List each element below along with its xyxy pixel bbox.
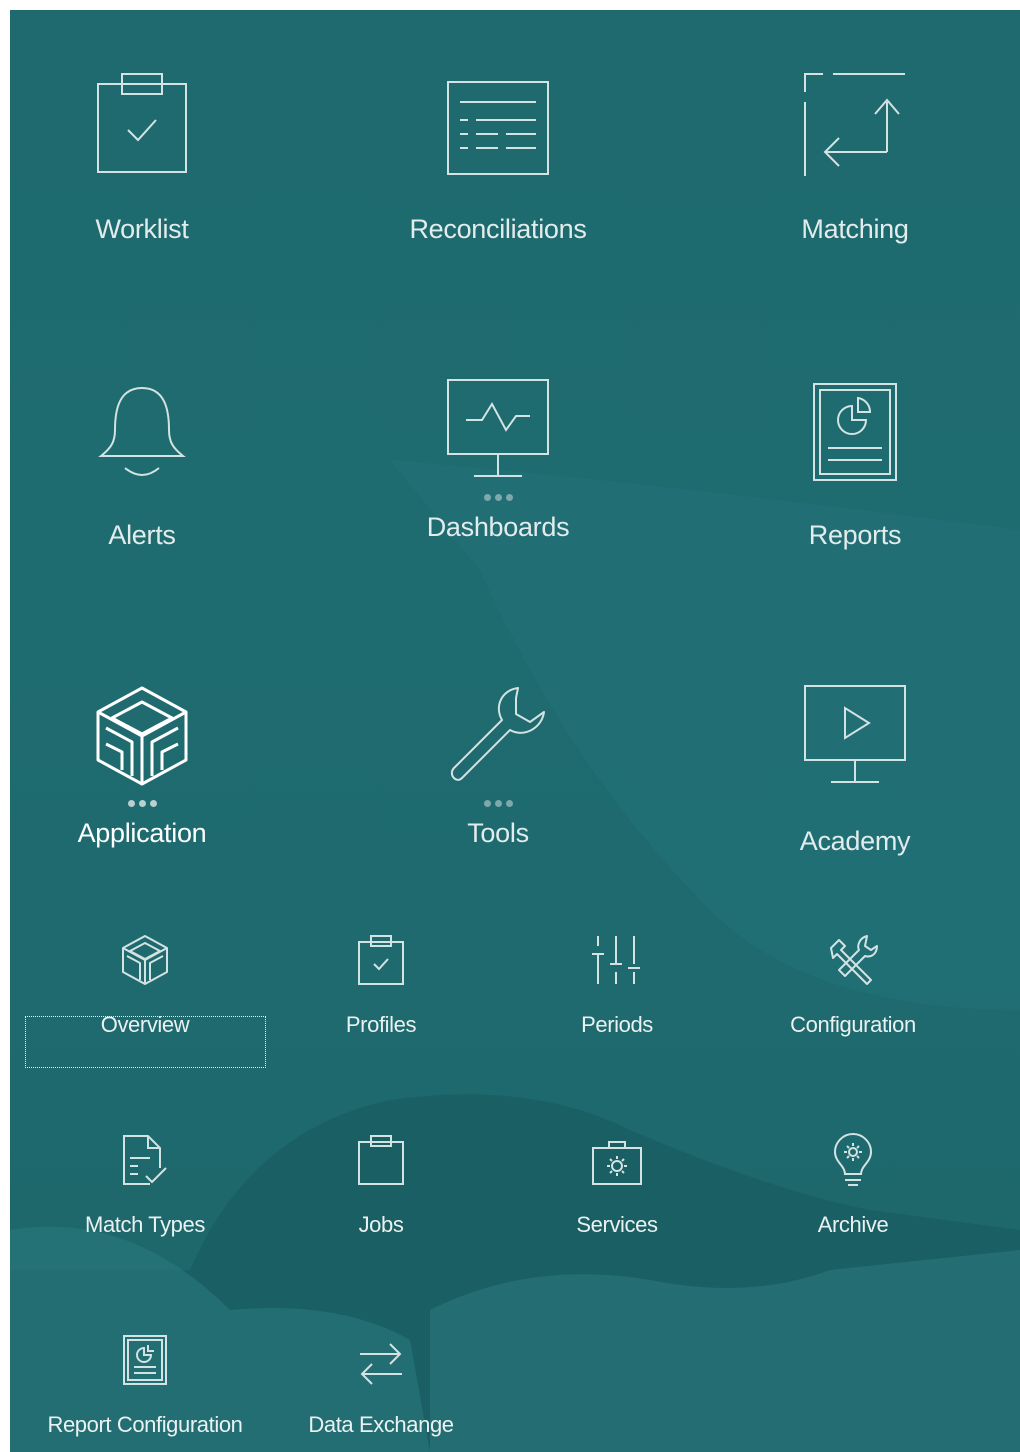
- more-indicator: [127, 788, 157, 818]
- toolbox-gear-icon: [587, 1126, 647, 1186]
- tile-reconciliations[interactable]: Reconciliations: [368, 10, 628, 250]
- tile-tools[interactable]: Tools: [368, 622, 628, 862]
- tools-icon: [823, 926, 883, 986]
- subtile-report-configuration[interactable]: Report Configuration: [26, 1316, 264, 1452]
- subtile-match-types[interactable]: Match Types: [26, 1116, 264, 1276]
- lightbulb-gear-icon: [823, 1126, 883, 1186]
- subtile-periods[interactable]: Periods: [498, 916, 736, 1076]
- matching-arrows-icon: [785, 36, 925, 176]
- subtile-label: Jobs: [358, 1212, 404, 1237]
- monitor-play-icon: [785, 648, 925, 788]
- document-check-icon: [115, 1126, 175, 1186]
- subtile-label: Data Exchange: [308, 1412, 454, 1437]
- wrench-icon: [428, 648, 568, 788]
- tile-label: Tools: [467, 818, 529, 848]
- monitor-pulse-icon: [428, 342, 568, 482]
- clipboard-empty-icon: [351, 1126, 411, 1186]
- tile-label: Dashboards: [426, 512, 570, 542]
- subtile-label: Report Configuration: [47, 1412, 243, 1437]
- tile-label: Application: [77, 818, 207, 848]
- tile-academy[interactable]: Academy: [725, 622, 985, 862]
- more-indicator: [483, 482, 513, 512]
- tile-application[interactable]: Application: [12, 622, 272, 862]
- clipboard-check-icon: [72, 36, 212, 176]
- report-chart-icon: [785, 342, 925, 482]
- tile-label: Academy: [799, 826, 911, 856]
- subtile-archive[interactable]: Archive: [734, 1116, 972, 1276]
- subtile-label: Periods: [581, 1012, 653, 1037]
- subtile-label: Match Types: [85, 1212, 205, 1237]
- report-settings-icon: [115, 1326, 175, 1386]
- tile-dashboards[interactable]: Dashboards: [368, 316, 628, 556]
- cube-icon: [72, 648, 212, 788]
- subtile-label: Overview: [100, 1012, 190, 1037]
- document-list-icon: [428, 36, 568, 176]
- tile-label: Alerts: [108, 520, 176, 550]
- subtile-data-exchange[interactable]: Data Exchange: [262, 1316, 500, 1452]
- tile-label: Reconciliations: [409, 214, 587, 244]
- subtile-label: Archive: [817, 1212, 889, 1237]
- tile-alerts[interactable]: Alerts: [12, 316, 272, 556]
- tile-worklist[interactable]: Worklist: [12, 10, 272, 250]
- tile-label: Reports: [808, 520, 902, 550]
- subtile-services[interactable]: Services: [498, 1116, 736, 1276]
- tile-label: Worklist: [95, 214, 189, 244]
- more-indicator: [483, 788, 513, 818]
- subtile-configuration[interactable]: Configuration: [734, 916, 972, 1076]
- tile-reports[interactable]: Reports: [725, 316, 985, 556]
- subtile-overview[interactable]: Overview: [26, 916, 264, 1076]
- subtile-jobs[interactable]: Jobs: [262, 1116, 500, 1276]
- clipboard-small-icon: [351, 926, 411, 986]
- bell-icon: [72, 342, 212, 482]
- exchange-arrows-icon: [351, 1326, 411, 1386]
- subtile-label: Configuration: [790, 1012, 916, 1037]
- cube-small-icon: [115, 926, 175, 986]
- tile-label: Matching: [801, 214, 909, 244]
- navigator-panel: Worklist Reconciliations Matching Alerts…: [10, 10, 1020, 1452]
- subtile-label: Profiles: [345, 1012, 417, 1037]
- sliders-icon: [587, 926, 647, 986]
- tile-matching[interactable]: Matching: [725, 10, 985, 250]
- subtile-profiles[interactable]: Profiles: [262, 916, 500, 1076]
- subtile-label: Services: [576, 1212, 658, 1237]
